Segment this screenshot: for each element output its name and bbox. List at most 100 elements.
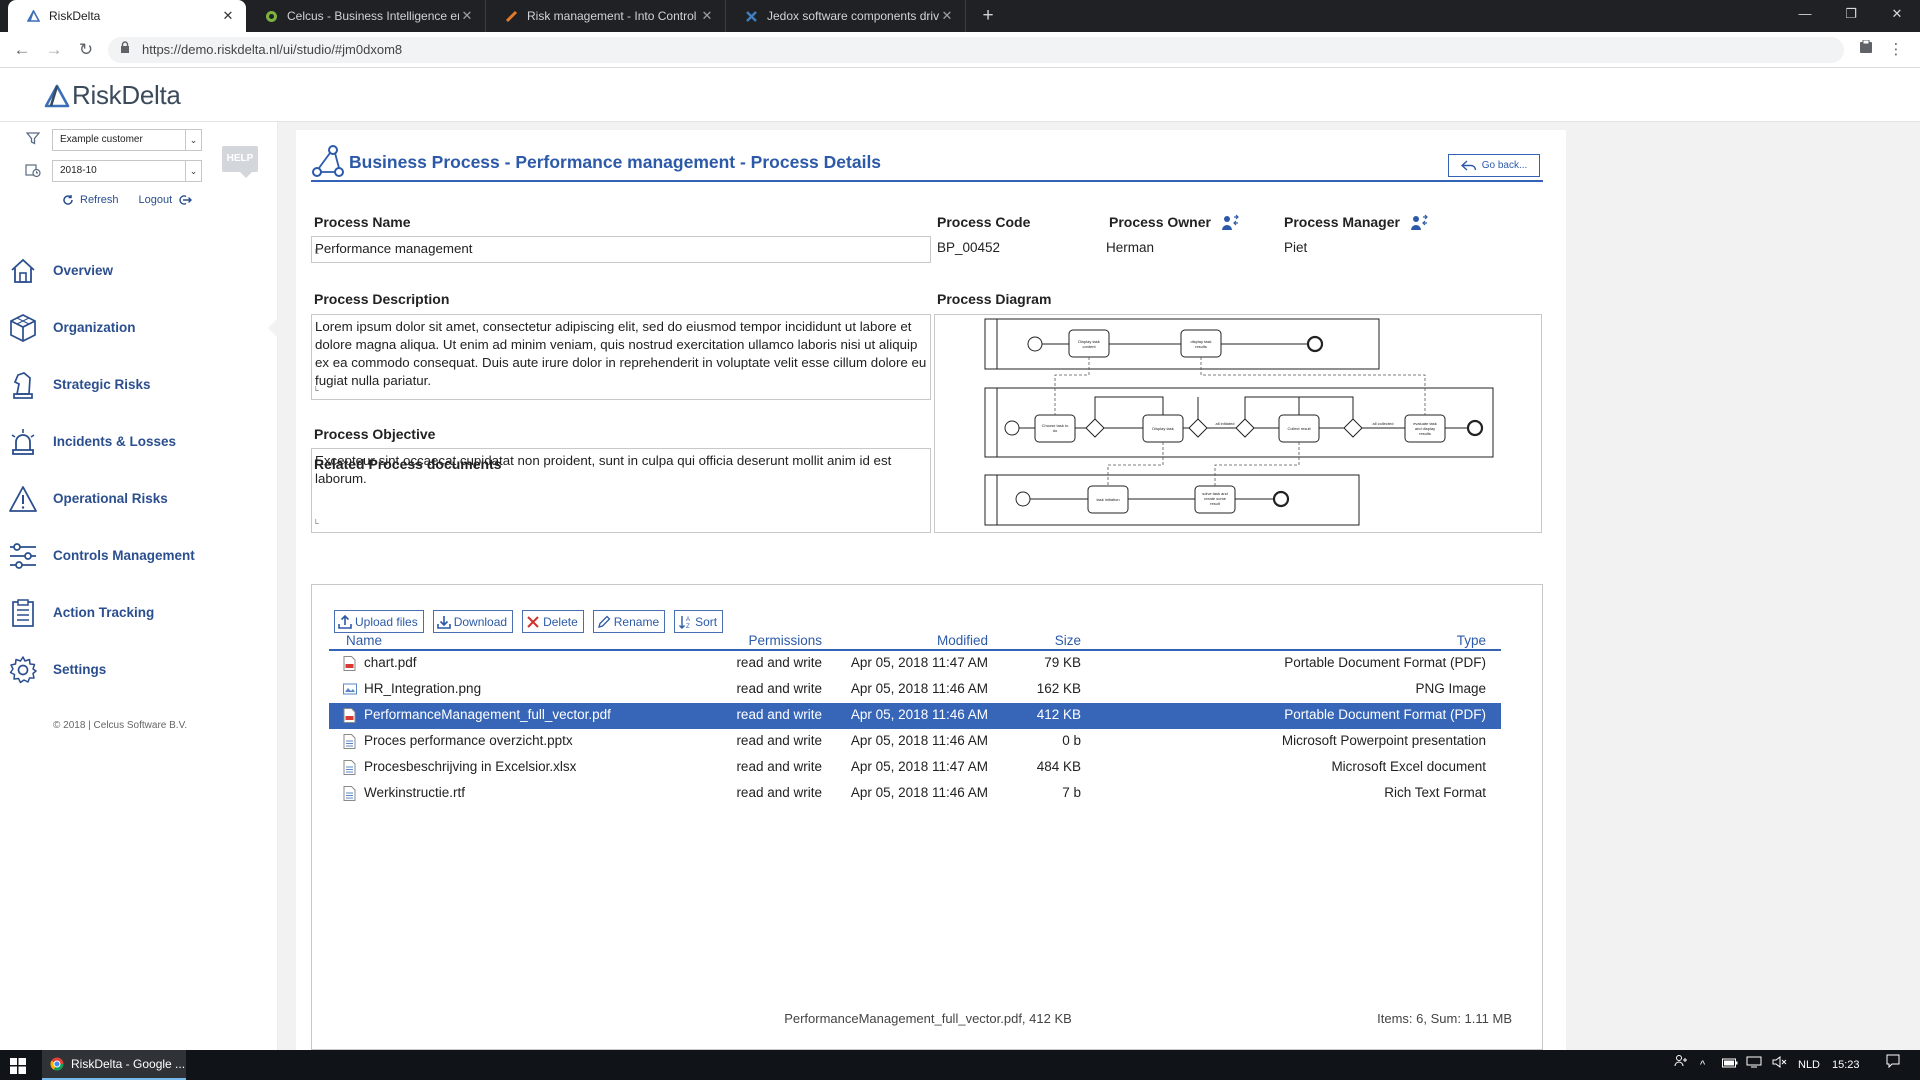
windows-start-icon[interactable] [10,1058,26,1077]
file-row[interactable]: Procesbeschrijving in Excelsior.xlsx rea… [329,755,1501,781]
svg-text:task initiation: task initiation [1096,497,1119,502]
svg-text:do: do [1053,428,1058,433]
file-permissions: read and write [736,707,822,722]
extension-icon[interactable] [1854,38,1878,62]
pencil-icon [597,615,611,629]
nav-item-controls-management[interactable]: Controls Management [0,527,278,584]
forward-arrow-icon[interactable]: → [42,38,66,62]
browser-tab-jedox[interactable]: Jedox software components driv ✕ [726,0,966,32]
go-back-button[interactable]: Go back... [1448,154,1540,177]
close-tab-icon[interactable]: ✕ [459,8,475,24]
delete-label: Delete [543,614,578,629]
nav-item-organization[interactable]: Organization [0,299,279,356]
browser-tab-label: Risk management - Into Control [527,9,697,23]
document-icon [343,760,357,776]
people-icon[interactable] [1674,1050,1688,1080]
network-icon[interactable] [1746,1050,1762,1080]
file-permissions: read and write [736,681,822,696]
page-title: Business Process - Performance managemen… [349,152,882,172]
browser-tab-riskdelta[interactable]: RiskDelta ✕ [8,0,246,32]
notifications-icon[interactable] [1886,1050,1900,1080]
svg-text:results: results [1195,344,1207,349]
close-tab-icon[interactable]: ✕ [220,8,236,24]
file-modified: Apr 05, 2018 11:46 AM [850,707,988,722]
nav-item-incidents-losses[interactable]: Incidents & Losses [0,413,278,470]
nav-item-overview[interactable]: Overview [0,242,278,299]
change-owner-icon[interactable] [1221,214,1239,232]
go-back-label: Go back... [1481,160,1528,171]
reply-arrow-icon [1460,159,1476,171]
home-icon [6,254,40,288]
customer-select[interactable]: Example customer ⌄ [52,129,202,151]
file-permissions: read and write [736,759,822,774]
rename-button[interactable]: Rename [592,610,666,633]
close-window-icon[interactable]: ✕ [1874,0,1920,32]
browser-tab-celcus[interactable]: Celcus - Business Intelligence en ✕ [246,0,486,32]
riskdelta-logo[interactable]: RiskDelta [44,80,181,111]
language-indicator[interactable]: NLD [1798,1050,1820,1080]
column-header-modified[interactable]: Modified [937,633,988,648]
file-row[interactable]: HR_Integration.png read and write Apr 05… [329,677,1501,703]
clock-time[interactable]: 15:23 [1832,1050,1860,1080]
taskbar-app-label: RiskDelta - Google ... [71,1057,186,1071]
sort-button[interactable]: AZ Sort [674,610,724,633]
change-manager-icon[interactable] [1410,214,1428,232]
reload-icon[interactable]: ↻ [74,38,98,62]
process-owner-label-text: Process Owner [1109,214,1211,230]
process-diagram-label: Process Diagram [937,291,1052,307]
file-row[interactable]: Werkinstructie.rtf read and write Apr 05… [329,781,1501,807]
logout-button[interactable]: Logout [139,194,193,206]
column-header-name[interactable]: Name [346,633,382,648]
back-arrow-icon[interactable]: ← [10,38,34,62]
nav-label: Strategic Risks [53,377,151,392]
download-button[interactable]: Download [432,610,514,633]
download-icon [436,615,451,629]
copyright-text: © 2018 | Celcus Software B.V. [53,720,188,731]
battery-icon[interactable] [1722,1050,1738,1080]
nav-item-settings[interactable]: Settings [0,641,278,698]
intocontrol-favicon-icon [504,9,518,23]
items-summary-status: Items: 6, Sum: 1.11 MB [1377,1011,1512,1026]
nav-item-strategic-risks[interactable]: Strategic Risks [0,356,278,413]
bpmn-diagram-image: Display taskcontent display taskresults … [984,318,1494,526]
nav-label: Settings [53,662,107,677]
minimize-window-icon[interactable]: — [1782,0,1828,32]
delete-button[interactable]: Delete [522,610,584,633]
process-description-field[interactable]: Lorem ipsum dolor sit amet, consectetur … [311,314,931,400]
column-header-size[interactable]: Size [1055,633,1081,648]
resize-grip-icon: └ [313,519,319,528]
file-name: Werkinstructie.rtf [364,785,466,800]
nav-item-operational-risks[interactable]: Operational Risks [0,470,278,527]
refresh-button[interactable]: Refresh [62,194,119,206]
column-header-type[interactable]: Type [1457,633,1486,648]
tray-chevron-up-icon[interactable]: ^ [1700,1050,1705,1080]
file-row[interactable]: Proces performance overzicht.pptx read a… [329,729,1501,755]
file-type: Microsoft Excel document [1331,759,1486,774]
browser-tab-intocontrol[interactable]: Risk management - Into Control ✕ [486,0,726,32]
process-description-value: Lorem ipsum dolor sit amet, consectetur … [315,319,927,388]
volume-muted-icon[interactable] [1772,1050,1788,1080]
close-tab-icon[interactable]: ✕ [939,8,955,24]
file-row[interactable]: chart.pdf read and write Apr 05, 2018 11… [329,651,1501,677]
new-tab-plus-icon[interactable]: + [976,4,1000,28]
nav-item-action-tracking[interactable]: Action Tracking [0,584,278,641]
svg-text:results: results [1419,431,1431,436]
address-bar-input[interactable]: https://demo.riskdelta.nl/ui/studio/#jm0… [108,37,1844,63]
delta-logo-icon [44,84,70,107]
process-diagram[interactable]: Display task content display task results … [934,314,1542,533]
file-size: 7 b [1062,785,1081,800]
taskbar-chrome-app[interactable]: RiskDelta - Google ... [42,1050,186,1080]
help-badge[interactable]: HELP [222,146,258,178]
restore-window-icon[interactable]: ❐ [1828,0,1874,32]
close-tab-icon[interactable]: ✕ [699,8,715,24]
column-header-permissions[interactable]: Permissions [748,633,822,648]
process-name-field[interactable]: Performance management └ [311,236,931,263]
file-modified: Apr 05, 2018 11:46 AM [850,681,988,696]
browser-menu-icon[interactable]: ⋮ [1884,38,1908,62]
pdf-icon [343,708,357,724]
upload-files-button[interactable]: Upload files [334,610,424,633]
period-select[interactable]: 2018-10 ⌄ [52,160,202,182]
file-row-selected[interactable]: PerformanceManagement_full_vector.pdf re… [329,703,1501,729]
upload-icon [338,614,352,629]
url-text: https://demo.riskdelta.nl/ui/studio/#jm0… [142,42,403,57]
